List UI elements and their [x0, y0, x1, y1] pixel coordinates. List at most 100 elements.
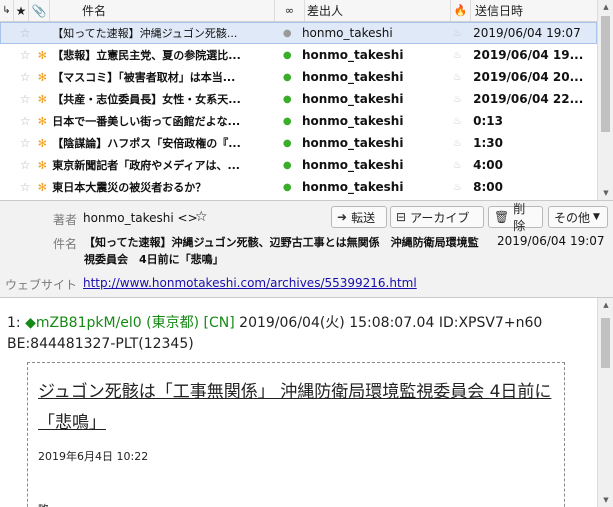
- read-dot-icon[interactable]: ●: [272, 160, 302, 171]
- message-body: 1: ◆mZB81pkM/el0 (東京都) [CN] 2019/06/04(火…: [0, 298, 597, 507]
- star-icon[interactable]: ☆: [0, 114, 34, 128]
- message-row[interactable]: ☆ ✻ 【陰謀論】ハフポス「安倍政権の『... ● honmo_takeshi …: [0, 132, 597, 154]
- column-read-icon[interactable]: ∞: [275, 0, 305, 21]
- message-from: honmo_takeshi: [301, 180, 404, 194]
- column-from[interactable]: 差出人: [305, 0, 451, 21]
- message-list: ↳ ★ 📎 件名 ∞ 差出人 🔥 送信日時 ☆ 【知ってた速報】沖縄ジュゴン死骸…: [0, 0, 613, 201]
- message-row[interactable]: ☆ ✻ 【マスコミ】「被害者取材」は本当... ● honmo_takeshi …: [0, 66, 597, 88]
- add-contact-star-icon[interactable]: ☆: [195, 209, 208, 225]
- message-subject: 【マスコミ】「被害者取材」は本当...: [52, 71, 236, 84]
- other-label: その他: [554, 210, 591, 225]
- post-be-id: BE:844481327-PLT(12345): [7, 336, 194, 352]
- quoted-article-date: 2019年6月4日 10:22: [38, 450, 149, 463]
- star-icon[interactable]: ☆: [0, 92, 34, 106]
- read-dot-icon[interactable]: ●: [272, 182, 302, 193]
- message-from: honmo_takeshi: [301, 158, 404, 172]
- website-link[interactable]: http://www.honmotakeshi.com/archives/553…: [83, 276, 417, 290]
- junk-icon[interactable]: ♨: [449, 138, 465, 149]
- junk-icon[interactable]: ♨: [449, 182, 465, 193]
- quoted-article: ジュゴン死骸は「工事無関係」 沖縄防衛局環境監視委員会 4日前に「悲鳴」 201…: [27, 362, 565, 507]
- message-date: 2019/06/04 19...: [473, 48, 584, 62]
- message-row[interactable]: ☆ ✻ 東京新聞記者「政府やメディアは、... ● honmo_takeshi …: [0, 154, 597, 176]
- new-message-icon: ✻: [37, 180, 47, 194]
- message-row[interactable]: ☆ ✻ 【悲報】立憲民主党、夏の参院選比... ● honmo_takeshi …: [0, 44, 597, 66]
- message-date: 4:00: [473, 158, 503, 172]
- archive-label: アーカイブ: [410, 210, 470, 225]
- column-thread-icon[interactable]: ↳: [0, 0, 14, 21]
- star-icon[interactable]: ☆: [0, 180, 34, 194]
- forward-icon: ➜: [337, 210, 348, 224]
- junk-icon[interactable]: ♨: [449, 50, 465, 61]
- new-message-icon: ✻: [37, 114, 47, 128]
- message-date: 0:13: [473, 114, 503, 128]
- scroll-down-icon[interactable]: ▼: [598, 186, 613, 200]
- scroll-down-icon[interactable]: ▼: [598, 493, 613, 507]
- message-subject: 【知ってた速報】沖縄ジュゴン死骸...: [52, 27, 238, 40]
- header-date: 2019/06/04 19:07: [497, 234, 605, 248]
- other-menu-button[interactable]: その他 ▼: [548, 206, 608, 228]
- star-icon[interactable]: ☆: [0, 70, 34, 84]
- archive-icon: ⊟: [396, 210, 407, 224]
- trash-icon: 🗑: [494, 210, 510, 224]
- message-list-header: ↳ ★ 📎 件名 ∞ 差出人 🔥 送信日時: [0, 0, 597, 22]
- message-row[interactable]: ☆ ✻ 日本で一番美しい街って函館だよな... ● honmo_takeshi …: [0, 110, 597, 132]
- column-star-icon[interactable]: ★: [14, 0, 29, 21]
- read-dot-icon[interactable]: ●: [272, 50, 302, 61]
- scrollbar-thumb[interactable]: [601, 318, 610, 368]
- message-row[interactable]: ☆ ✻ 【共産・志位委員長】女性・女系天... ● honmo_takeshi …: [0, 88, 597, 110]
- message-subject: 日本で一番美しい街って函館だよな...: [52, 115, 241, 128]
- message-list-scrollbar[interactable]: ▲ ▼: [597, 0, 613, 200]
- message-date: 2019/06/04 20...: [473, 70, 584, 84]
- message-date: 1:30: [473, 136, 503, 150]
- message-from: honmo_takeshi: [301, 136, 404, 150]
- read-dot-icon[interactable]: ●: [272, 138, 302, 149]
- star-icon[interactable]: ☆: [0, 158, 34, 172]
- read-dot-icon[interactable]: ●: [272, 28, 302, 39]
- read-dot-icon[interactable]: ●: [272, 72, 302, 83]
- junk-icon[interactable]: ♨: [449, 116, 465, 127]
- quoted-article-title[interactable]: ジュゴン死骸は「工事無関係」 沖縄防衛局環境監視委員会 4日前に「悲鳴」: [38, 377, 558, 439]
- message-row[interactable]: ☆ ✻ 東日本大震災の被災者おるか？ ● honmo_takeshi ♨ 8:0…: [0, 176, 597, 198]
- column-junk-icon[interactable]: 🔥: [451, 0, 471, 21]
- new-message-icon: ✻: [37, 92, 47, 106]
- post-date: 2019/06/04(火) 15:08:07.04 ID:XPSV7+n60: [239, 315, 543, 331]
- delete-button[interactable]: 🗑 削除: [488, 202, 543, 233]
- message-subject: 東日本大震災の被災者おるか？: [52, 181, 207, 194]
- subject-value: 【知ってた速報】沖縄ジュゴン死骸、辺野古工事とは無関係 沖縄防衛局環境監視委員会…: [84, 236, 479, 266]
- scroll-up-icon[interactable]: ▲: [598, 298, 613, 312]
- star-icon[interactable]: ☆: [0, 26, 34, 40]
- message-rows: ☆ 【知ってた速報】沖縄ジュゴン死骸... ● honmo_takeshi ♨ …: [0, 22, 597, 198]
- junk-icon[interactable]: ♨: [449, 28, 465, 39]
- junk-icon[interactable]: ♨: [449, 72, 465, 83]
- star-icon[interactable]: ☆: [0, 48, 34, 62]
- post-header-line: 1: ◆mZB81pkM/el0 (東京都) [CN] 2019/06/04(火…: [7, 312, 542, 332]
- chevron-down-icon: ▼: [593, 212, 600, 222]
- read-dot-icon[interactable]: ●: [272, 116, 302, 127]
- new-message-icon: ✻: [37, 48, 47, 62]
- message-from: honmo_takeshi: [301, 48, 404, 62]
- junk-icon[interactable]: ♨: [449, 160, 465, 171]
- scrollbar-thumb[interactable]: [601, 16, 610, 132]
- from-value[interactable]: honmo_takeshi <>: [83, 211, 198, 225]
- message-subject: 【悲報】立憲民主党、夏の参院選比...: [52, 49, 241, 62]
- star-icon[interactable]: ☆: [0, 136, 34, 150]
- message-body-scrollbar[interactable]: ▲ ▼: [597, 298, 613, 507]
- message-date: 2019/06/04 22...: [473, 92, 584, 106]
- quoted-article-omitted: 略: [38, 501, 49, 507]
- message-date: 2019/06/04 19:07: [473, 26, 581, 40]
- column-attachment-icon[interactable]: 📎: [29, 0, 50, 21]
- message-row[interactable]: ☆ 【知ってた速報】沖縄ジュゴン死骸... ● honmo_takeshi ♨ …: [0, 22, 597, 44]
- new-message-icon: ✻: [37, 136, 47, 150]
- forward-button[interactable]: ➜ 転送: [331, 206, 387, 228]
- scroll-up-icon[interactable]: ▲: [598, 0, 613, 14]
- subject-label: 件名: [53, 237, 78, 251]
- archive-button[interactable]: ⊟ アーカイブ: [390, 206, 484, 228]
- message-from: honmo_takeshi: [301, 26, 393, 40]
- junk-icon[interactable]: ♨: [449, 94, 465, 105]
- read-dot-icon[interactable]: ●: [272, 94, 302, 105]
- column-subject[interactable]: 件名: [50, 0, 275, 21]
- forward-label: 転送: [351, 210, 376, 225]
- column-date[interactable]: 送信日時: [471, 0, 597, 21]
- message-subject: 東京新聞記者「政府やメディアは、...: [52, 159, 240, 172]
- message-from: honmo_takeshi: [301, 70, 404, 84]
